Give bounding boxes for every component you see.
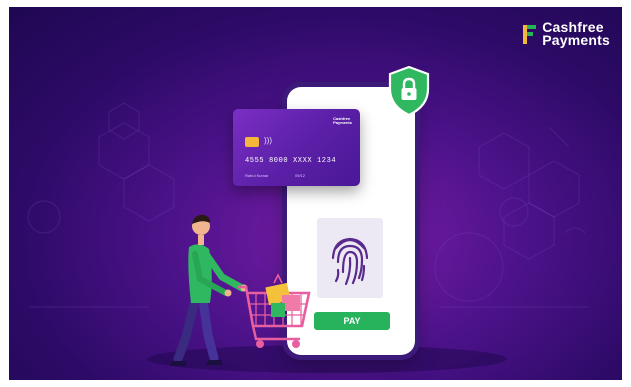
cashfree-logo-icon xyxy=(523,25,537,44)
contactless-icon: ))) xyxy=(264,136,272,145)
card-chip-icon xyxy=(245,137,259,147)
shopper-with-cart xyxy=(170,214,311,366)
brand-logo: Cashfree Payments xyxy=(521,20,610,48)
fingerprint-icon xyxy=(331,237,369,286)
fingerprint-scanner[interactable] xyxy=(317,218,383,298)
credit-card: Cashfree Payments ))) 4555 8000 XXXX 123… xyxy=(233,109,360,186)
card-expiry: 09/12 xyxy=(295,173,306,178)
card-number: 4555 8000 XXXX 1234 xyxy=(245,157,337,165)
card-holder-name: Rahul Kumar xyxy=(245,173,269,178)
payment-illustration: Cashfree Payments PAY Cashfree Payments … xyxy=(9,7,622,380)
pay-button[interactable]: PAY xyxy=(314,312,390,330)
card-brand-logo: Cashfree Payments xyxy=(333,117,352,125)
card-brand-line2: Payments xyxy=(333,120,352,125)
brand-name-line2: Payments xyxy=(542,32,610,48)
shield-lock-icon xyxy=(388,65,430,117)
